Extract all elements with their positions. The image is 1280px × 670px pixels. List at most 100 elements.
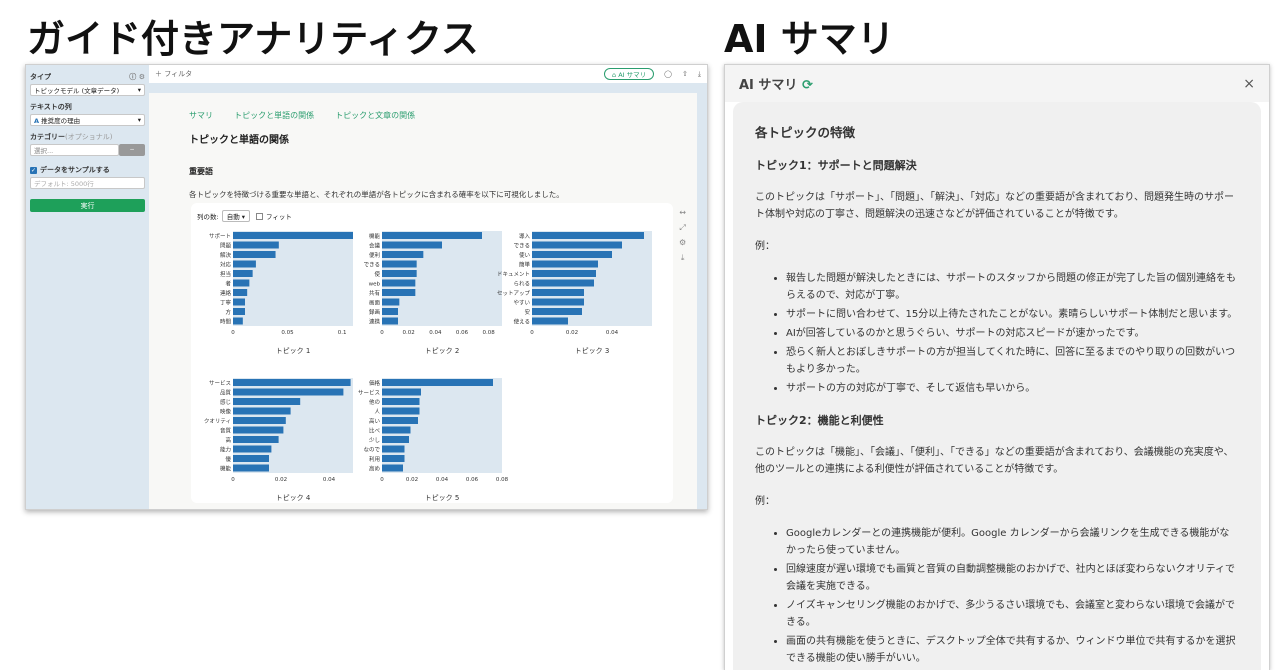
download-icon[interactable]: ⤓ bbox=[698, 70, 701, 79]
caret-icon: ▾ bbox=[137, 86, 141, 94]
category-label: やすい bbox=[513, 299, 530, 307]
chart-title: トピック 1 bbox=[276, 347, 311, 355]
category-label: 使える bbox=[514, 318, 530, 326]
tick-label: 0.08 bbox=[483, 330, 496, 336]
bar bbox=[233, 379, 351, 386]
bar bbox=[233, 241, 279, 249]
text-col-select[interactable]: A 推奨度の理由 ▾ bbox=[30, 114, 145, 126]
category-label: 時間 bbox=[220, 318, 232, 326]
bar bbox=[532, 232, 644, 239]
bar bbox=[233, 417, 286, 424]
tick-label: 0.05 bbox=[281, 330, 294, 336]
bar bbox=[233, 232, 353, 239]
toolbar: ＋ フィルタ ⌂ AI サマリ ◯ ⇧ ⤓ bbox=[149, 65, 707, 83]
list-item: 恐らく新人とおぼしきサポートの方が担当してくれた時に、回答に至るまでのやり取りの… bbox=[786, 344, 1239, 378]
category-label: 丁寧 bbox=[220, 299, 232, 307]
filter-button[interactable]: ＋ フィルタ bbox=[155, 69, 192, 79]
category-label: 他の bbox=[369, 398, 380, 406]
list-item: 報告した問題が解決したときには、サポートのスタッフから問題の修正が完了した旨の個… bbox=[786, 270, 1239, 304]
sidebar: タイプ ⓘ ⚙ トピックモデル (文章データ) ▾ テキストの列 A 推奨度の理由 ▾… bbox=[26, 65, 149, 509]
tick-label: 0 bbox=[530, 330, 534, 336]
bar bbox=[233, 279, 250, 287]
bar bbox=[382, 464, 403, 472]
topic2-desc: このトピックは「機能」、「会議」、「便利」、「できる」などの重要語が含まれており… bbox=[755, 447, 1234, 475]
main-area: サマリ トピックと単語の関係 トピックと文章の関係 トピックと単語の関係 重要語… bbox=[149, 83, 707, 509]
tick-label: 0.02 bbox=[275, 477, 287, 483]
category-label: サービス bbox=[209, 379, 231, 387]
sample-input[interactable]: デフォルト: 5000行 bbox=[30, 177, 145, 189]
page-title: トピックと単語の関係 bbox=[189, 135, 289, 146]
bar bbox=[382, 241, 442, 249]
bar bbox=[382, 298, 400, 306]
category-label: 対応 bbox=[220, 261, 232, 269]
share-icon[interactable]: ⇧ bbox=[682, 70, 688, 78]
tick-label: 0.02 bbox=[403, 330, 415, 336]
category-label: 音質 bbox=[220, 427, 232, 435]
tick-label: 0 bbox=[380, 477, 384, 483]
tab-topic-word[interactable]: トピックと単語の関係 bbox=[234, 110, 314, 121]
sample-checkbox[interactable]: ✓ bbox=[30, 166, 37, 174]
category-label: 品質 bbox=[220, 389, 232, 397]
ai-icon: ⌂ bbox=[612, 71, 617, 79]
bar bbox=[233, 445, 272, 453]
expand-icon[interactable]: ⤢ bbox=[679, 220, 686, 235]
refresh-icon[interactable]: ⟳ bbox=[802, 78, 813, 93]
category-label: なので bbox=[363, 447, 380, 454]
bar bbox=[532, 241, 622, 249]
run-button[interactable]: 実行 bbox=[30, 199, 145, 212]
tick-label: 0.08 bbox=[496, 477, 509, 483]
category-label: られる bbox=[513, 281, 530, 288]
section-title: 重要語 bbox=[189, 167, 213, 176]
tick-label: 0.04 bbox=[436, 477, 449, 483]
category-label: 価格 bbox=[369, 379, 381, 387]
bar bbox=[233, 298, 245, 306]
category-label: 比べ bbox=[369, 427, 381, 435]
text-col-label: テキストの列 bbox=[30, 103, 72, 111]
bar bbox=[233, 407, 291, 415]
bar bbox=[532, 308, 582, 315]
topic1-desc: このトピックは「サポート」、「問題」、「解決」、「対応」などの重要語が含まれてお… bbox=[755, 192, 1234, 220]
text-col-value: 推奨度の理由 bbox=[41, 117, 81, 125]
download-chart-icon[interactable]: ⤓ bbox=[679, 250, 686, 265]
category-label: 安 bbox=[524, 308, 530, 316]
list-item: 画面の共有機能を使うときに、デスクトップ全体で共有するか、ウィンドウ単位で共有す… bbox=[786, 633, 1239, 667]
chart-tools: ↔ ⤢ ⚙ ⤓ bbox=[679, 205, 686, 265]
chart-title: トピック 4 bbox=[276, 494, 311, 502]
close-icon[interactable]: × bbox=[1243, 76, 1255, 92]
ai-summary-panel: AI サマリ ⟳ × 各トピックの特徴 トピック1：サポートと問題解決 このトピ… bbox=[724, 64, 1270, 670]
chart-title: トピック 2 bbox=[425, 347, 460, 355]
bar bbox=[233, 289, 248, 296]
category-label: ドキュメント bbox=[497, 272, 530, 278]
category-label: 優 bbox=[225, 455, 231, 463]
category-label: 問題 bbox=[220, 243, 232, 250]
tab-summary[interactable]: サマリ bbox=[189, 110, 213, 121]
bar bbox=[233, 308, 245, 315]
bar bbox=[382, 317, 398, 325]
help-settings-icons[interactable]: ⓘ ⚙ bbox=[129, 72, 145, 82]
category-label: 連携 bbox=[369, 318, 381, 326]
page-heading-right: AI サマリ bbox=[724, 17, 895, 61]
settings-icon[interactable]: ⚙ bbox=[679, 235, 686, 250]
category-select[interactable]: 選択... bbox=[30, 144, 119, 156]
bar bbox=[382, 388, 421, 396]
category-label: 高い bbox=[369, 417, 381, 425]
type-select[interactable]: トピックモデル (文章データ) ▾ bbox=[30, 84, 145, 96]
category-label: 簡単 bbox=[519, 261, 531, 269]
expand-h-icon[interactable]: ↔ bbox=[679, 205, 686, 220]
category-remove-button[interactable]: − bbox=[119, 144, 145, 156]
bar bbox=[233, 455, 269, 462]
comment-icon[interactable]: ◯ bbox=[664, 70, 672, 78]
list-item: AIが回答しているのかと思うぐらい、サポートの対応スピードが速かったです。 bbox=[786, 325, 1239, 342]
bar bbox=[382, 289, 416, 296]
tab-topic-doc[interactable]: トピックと文章の関係 bbox=[335, 110, 415, 121]
category-label: できる bbox=[514, 243, 530, 250]
bar bbox=[532, 251, 612, 258]
bar bbox=[382, 270, 417, 277]
bar bbox=[382, 398, 420, 405]
caret-icon: ▾ bbox=[137, 116, 141, 124]
bar bbox=[382, 445, 405, 453]
tick-label: 0.04 bbox=[323, 477, 336, 483]
ai-summary-button[interactable]: ⌂ AI サマリ bbox=[604, 68, 655, 80]
bar bbox=[233, 388, 344, 396]
example-label: 例： bbox=[755, 496, 775, 507]
